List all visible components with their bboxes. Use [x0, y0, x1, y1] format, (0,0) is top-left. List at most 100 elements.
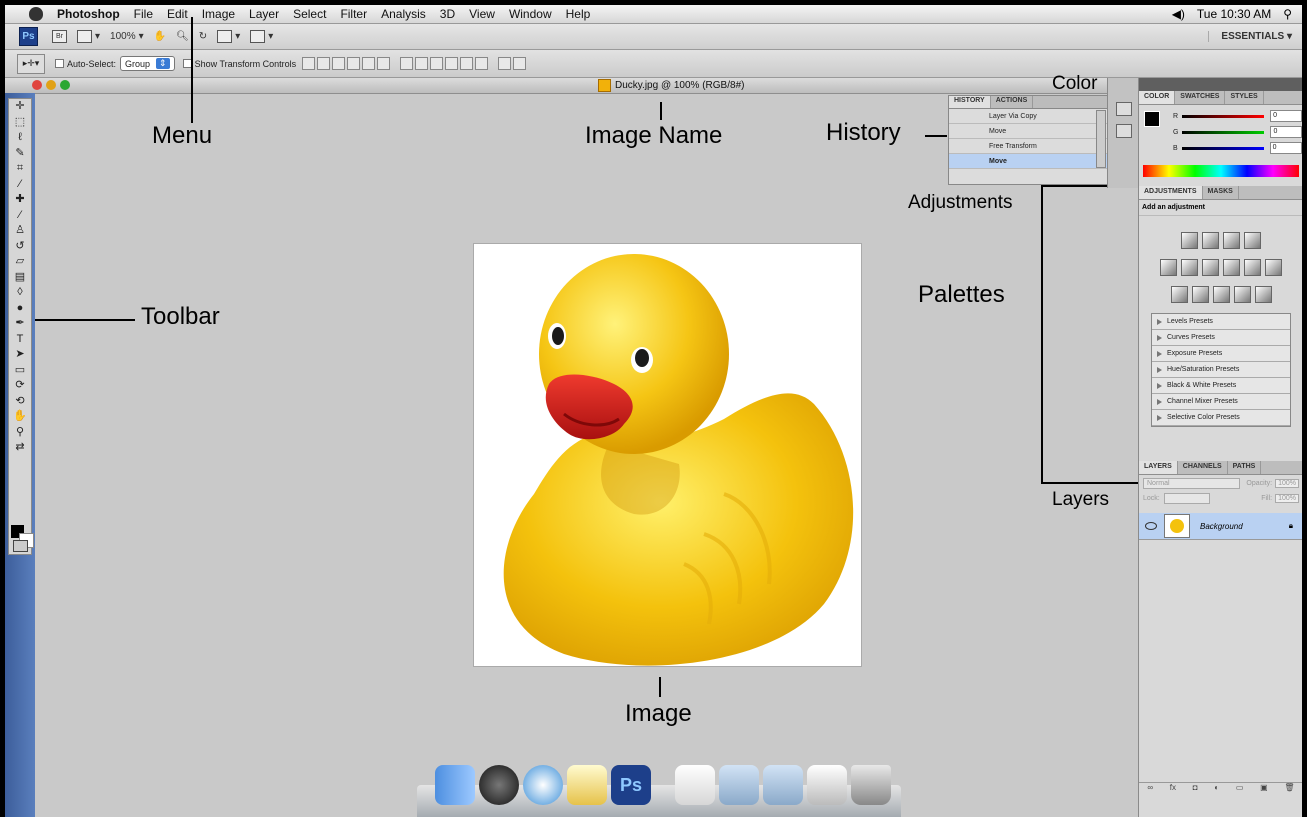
preset-item[interactable]: Channel Mixer Presets [1152, 394, 1290, 410]
word-icon[interactable] [567, 765, 607, 805]
auto-select-checkbox[interactable] [55, 59, 64, 68]
color-balance-icon[interactable] [1202, 259, 1219, 276]
marquee-tool-icon[interactable]: ⬚ [15, 115, 25, 131]
threshold-icon[interactable] [1212, 286, 1230, 303]
quick-mask-icon[interactable] [13, 540, 28, 552]
path-selection-tool-icon[interactable]: ➤ [15, 347, 24, 363]
arrange-documents-button[interactable]: ▾ [217, 30, 240, 43]
apple-icon[interactable] [29, 7, 43, 21]
bridge-button[interactable]: Br [52, 30, 67, 43]
posterize-icon[interactable] [1191, 286, 1209, 303]
eye-visibility-icon[interactable] [1145, 522, 1157, 530]
photoshop-dock-icon[interactable]: Ps [611, 765, 651, 805]
actions-panel-icon[interactable] [1116, 124, 1132, 138]
close-window-button[interactable] [32, 80, 42, 90]
trash-icon[interactable]: 🗑︎ [1284, 783, 1294, 797]
3d-rotate-tool-icon[interactable]: ⟳ [15, 378, 24, 394]
layer-style-icon[interactable]: fx [1170, 783, 1176, 797]
swap-colors-icon[interactable]: ⇄ [15, 440, 24, 456]
vibrance-icon[interactable] [1160, 259, 1177, 276]
history-state-row[interactable]: Free Transform [949, 139, 1109, 154]
green-slider[interactable] [1182, 130, 1265, 134]
blend-mode-dropdown[interactable]: Normal [1143, 477, 1241, 489]
preset-item[interactable]: Levels Presets [1152, 314, 1290, 330]
layer-row-background[interactable]: Background 🔒︎ [1139, 513, 1302, 540]
pdf-document-icon[interactable] [675, 765, 715, 805]
trash-dock-icon[interactable] [851, 765, 891, 805]
selective-color-icon[interactable] [1254, 286, 1272, 303]
green-value-field[interactable]: 0 [1270, 126, 1302, 138]
menu-help[interactable]: Help [566, 7, 591, 21]
eyedropper-tool-icon[interactable]: ⁄ [19, 177, 21, 193]
crop-tool-icon[interactable]: ⌗ [17, 161, 23, 177]
workspace-switcher[interactable]: ESSENTIALS ▾ [1208, 31, 1292, 42]
menu-file[interactable]: File [134, 7, 153, 21]
canvas-image[interactable] [474, 244, 861, 666]
hand-tool-icon[interactable]: ✋ [154, 31, 166, 42]
tool-preset-picker[interactable]: ▸✛▾ [17, 53, 45, 74]
red-value-field[interactable]: 0 [1270, 110, 1302, 122]
view-extras-button[interactable]: ▾ [77, 30, 100, 43]
color-spectrum-ramp[interactable] [1143, 165, 1299, 177]
tab-channels[interactable]: CHANNELS [1178, 461, 1228, 474]
align-buttons[interactable] [302, 57, 527, 70]
spotlight-search-icon[interactable]: ⚲ [1283, 7, 1292, 21]
move-tool-icon[interactable]: ✛ [15, 99, 24, 115]
exposure-icon[interactable] [1244, 232, 1261, 249]
volume-icon[interactable]: ◀) [1172, 7, 1185, 21]
photo-filter-icon[interactable] [1244, 259, 1261, 276]
foreground-color-chip[interactable] [1144, 111, 1160, 127]
tab-actions[interactable]: ACTIONS [991, 96, 1034, 108]
clone-stamp-tool-icon[interactable]: ♙ [15, 223, 25, 239]
menu-analysis[interactable]: Analysis [381, 7, 426, 21]
tab-history[interactable]: HISTORY [949, 96, 991, 108]
opacity-field[interactable]: 100% [1275, 478, 1299, 488]
brush-tool-icon[interactable]: ⁄ [19, 208, 21, 224]
healing-brush-tool-icon[interactable]: ✚ [15, 192, 24, 208]
downloads-folder-icon[interactable] [763, 765, 803, 805]
blue-value-field[interactable]: 0 [1269, 142, 1302, 154]
link-layers-icon[interactable]: ∞ [1147, 783, 1153, 797]
rotate-view-icon[interactable]: ↻ [199, 31, 207, 42]
type-tool-icon[interactable]: T [17, 332, 24, 348]
black-white-icon[interactable] [1223, 259, 1240, 276]
history-state-row[interactable]: Move [949, 124, 1109, 139]
tab-adjustments[interactable]: ADJUSTMENTS [1139, 186, 1203, 199]
dashboard-icon[interactable] [479, 765, 519, 805]
gradient-map-icon[interactable] [1233, 286, 1251, 303]
gradient-tool-icon[interactable]: ▤ [15, 270, 25, 286]
zoom-window-button[interactable] [60, 80, 70, 90]
tab-layers[interactable]: LAYERS [1139, 461, 1178, 474]
add-mask-icon[interactable]: ◘ [1193, 783, 1198, 797]
screen-mode-button[interactable]: ▾ [250, 30, 273, 43]
tab-swatches[interactable]: SWATCHES [1175, 91, 1226, 104]
hue-saturation-icon[interactable] [1181, 259, 1198, 276]
history-brush-tool-icon[interactable]: ↺ [15, 239, 24, 255]
minimize-window-button[interactable] [46, 80, 56, 90]
preset-item[interactable]: Exposure Presets [1152, 346, 1290, 362]
preset-item[interactable]: Selective Color Presets [1152, 410, 1290, 426]
menu-select[interactable]: Select [293, 7, 326, 21]
quick-selection-tool-icon[interactable]: ✎ [15, 146, 24, 162]
menu-window[interactable]: Window [509, 7, 552, 21]
preset-item[interactable]: Black & White Presets [1152, 378, 1290, 394]
invert-icon[interactable] [1170, 286, 1188, 303]
history-panel-icon[interactable] [1116, 102, 1132, 116]
zoom-tool-icon[interactable]: ⚲ [16, 425, 24, 441]
fill-field[interactable]: 100% [1275, 493, 1299, 503]
lock-buttons[interactable] [1163, 492, 1210, 504]
menu-edit[interactable]: Edit [167, 7, 188, 21]
tab-styles[interactable]: STYLES [1225, 91, 1264, 104]
red-slider[interactable] [1182, 114, 1265, 118]
documents-folder-icon[interactable] [719, 765, 759, 805]
safari-icon[interactable] [523, 765, 563, 805]
zoom-tool-icon[interactable]: 🔍︎ [176, 31, 189, 42]
tab-color[interactable]: COLOR [1139, 91, 1176, 104]
preset-item[interactable]: Curves Presets [1152, 330, 1290, 346]
blue-slider[interactable] [1181, 146, 1264, 150]
levels-icon[interactable] [1202, 232, 1219, 249]
curves-icon[interactable] [1223, 232, 1240, 249]
pen-tool-icon[interactable]: ✒ [15, 316, 24, 332]
menu-view[interactable]: View [469, 7, 495, 21]
new-group-icon[interactable]: ▭ [1236, 783, 1244, 797]
